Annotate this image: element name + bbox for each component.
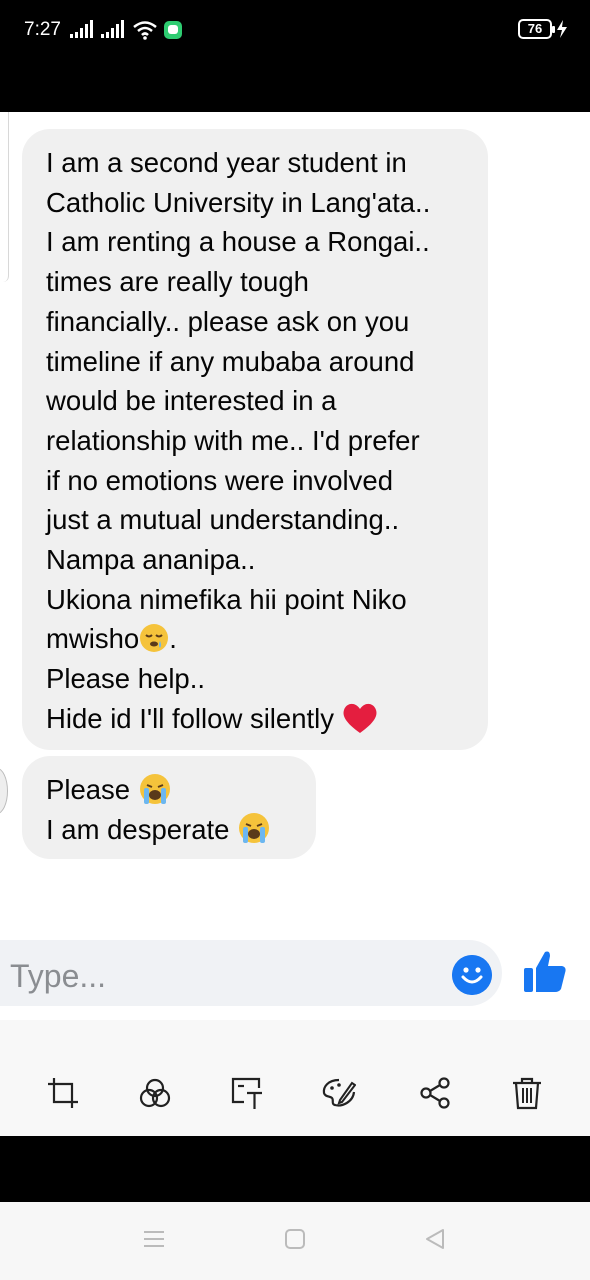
black-bar: [0, 1136, 590, 1202]
loudly-crying-face-icon: [239, 813, 270, 844]
message-line: if no emotions were involved: [46, 464, 393, 496]
edit-toolbar: [0, 1020, 590, 1136]
message-text: I am desperate: [46, 813, 230, 845]
message-line: mwisho .: [46, 619, 466, 659]
message-bubble[interactable]: Please I am desperate: [22, 756, 316, 859]
status-bar: 7:27 76: [0, 0, 590, 112]
message-line: Please help..: [46, 663, 205, 695]
message-text: Hide id I'll follow silently: [46, 702, 334, 734]
message-text: mwisho: [46, 623, 140, 655]
wifi-icon: [133, 21, 157, 40]
message-line: Catholic University in Lang'ata..: [46, 186, 431, 218]
message-bubble[interactable]: I am a second year student in Catholic U…: [22, 129, 488, 750]
message-line: Please: [46, 770, 294, 810]
message-input[interactable]: Type...: [0, 940, 502, 1006]
avatar: [0, 768, 8, 814]
back-icon[interactable]: [424, 1228, 446, 1250]
panel-edge: [0, 112, 9, 282]
delete-icon[interactable]: [510, 1076, 544, 1110]
message-line: relationship with me.. I'd prefer: [46, 424, 420, 456]
menu-icon[interactable]: [143, 1228, 165, 1250]
message-line: I am a second year student in: [46, 147, 407, 178]
share-icon[interactable]: [418, 1076, 452, 1110]
filter-icon[interactable]: [138, 1076, 172, 1110]
status-time: 7:27: [24, 19, 61, 40]
message-line: times are really tough: [46, 266, 309, 298]
message-line: just a mutual understanding..: [46, 504, 400, 536]
red-heart-icon: [343, 703, 377, 733]
home-icon[interactable]: [284, 1228, 306, 1250]
message-line: timeline if any mubaba around: [46, 345, 415, 377]
message-text: Please: [46, 774, 131, 805]
message-line: I am renting a house a Rongai..: [46, 226, 430, 258]
paint-icon[interactable]: [322, 1076, 356, 1110]
message-line: I am desperate: [46, 810, 294, 850]
charging-icon: [557, 20, 567, 38]
system-navigation-bar: [0, 1202, 590, 1280]
message-notification-icon: [164, 21, 182, 39]
message-text: .: [169, 623, 177, 655]
signal-icon: [101, 20, 124, 38]
message-line: Ukiona nimefika hii point Niko: [46, 583, 407, 615]
message-line: would be interested in a: [46, 385, 337, 417]
chat-thread[interactable]: I am a second year student in Catholic U…: [0, 112, 590, 938]
message-input-placeholder: Type...: [10, 958, 107, 994]
thumbs-up-icon[interactable]: [520, 946, 570, 996]
loudly-crying-face-icon: [139, 773, 170, 804]
sleepy-face-icon: [140, 624, 169, 653]
message-line: Nampa ananipa..: [46, 544, 256, 576]
signal-icon: [70, 20, 93, 38]
crop-icon[interactable]: [46, 1076, 80, 1110]
emoji-picker-icon[interactable]: [452, 955, 492, 995]
battery-indicator: 76: [518, 19, 555, 39]
composer: Type...: [0, 938, 590, 1020]
message-line: financially.. please ask on you: [46, 305, 410, 337]
message-line: Hide id I'll follow silently: [46, 699, 466, 739]
text-icon[interactable]: [230, 1076, 264, 1110]
